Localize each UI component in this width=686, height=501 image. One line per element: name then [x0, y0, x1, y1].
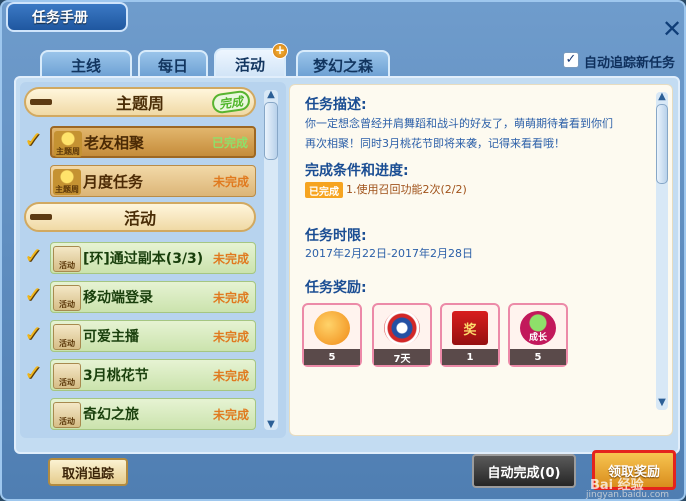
- quest-status: 未完成: [212, 251, 249, 266]
- quest-name: 月度任务: [83, 172, 144, 191]
- group-header-event[interactable]: 活动: [24, 202, 256, 232]
- quest-status: 未完成: [212, 368, 249, 383]
- star-medal-icon: 主题周: [53, 169, 81, 195]
- tab-daily[interactable]: 每日: [138, 50, 208, 78]
- reward-slot-shield[interactable]: 7天: [372, 303, 432, 367]
- tracked-check-icon[interactable]: ✓: [24, 285, 44, 307]
- reward-count: 1: [442, 349, 498, 365]
- shield-badge-icon: [384, 311, 420, 345]
- desc-title: 任务描述:: [305, 97, 367, 113]
- list-scroll-thumb[interactable]: [264, 102, 278, 160]
- quest-status: 已完成: [211, 135, 248, 150]
- quest-item-fantasy-journey[interactable]: 活动 奇幻之旅 未完成: [50, 398, 256, 430]
- scroll-icon: 活动: [53, 363, 81, 389]
- condition-done-badge: 已完成: [305, 182, 343, 198]
- scroll-icon: 活动: [53, 246, 81, 272]
- watermark-url: jingyan.baidu.com: [586, 490, 670, 500]
- reward-slot-growth[interactable]: 成长 5: [508, 303, 568, 367]
- quest-name: 移动端登录: [83, 290, 153, 306]
- tracked-check-icon[interactable]: ✓: [24, 130, 44, 152]
- desc-line-1: 你一定想念曾经并肩舞蹈和战斗的好友了，萌萌期待着看到你们: [305, 117, 613, 130]
- reward-slot-orange[interactable]: 5: [302, 303, 362, 367]
- cancel-track-button[interactable]: 取消追踪: [48, 458, 128, 486]
- scroll-icon: 活动: [53, 402, 81, 428]
- desc-line-2: 再次相聚！同时3月桃花节即将来袭，记得来看看哦！: [305, 137, 565, 150]
- reward-title: 任务奖励:: [305, 280, 367, 296]
- orange-fruit-icon: [314, 311, 350, 345]
- quest-item-streamer[interactable]: 活动 可爱主播 未完成: [50, 320, 256, 352]
- tab-main[interactable]: 主线: [40, 50, 132, 78]
- quest-name: 可爱主播: [83, 329, 139, 345]
- collapse-icon[interactable]: [30, 99, 52, 105]
- reward-count: 5: [510, 349, 566, 365]
- reward-slot-envelope[interactable]: 奖 1: [440, 303, 500, 367]
- auto-complete-button[interactable]: 自动完成(0): [472, 454, 576, 488]
- star-medal-icon: 主题周: [54, 131, 82, 157]
- group-title: 活动: [123, 209, 156, 228]
- reward-count: 7天: [374, 349, 430, 365]
- time-limit-text: 2017年2月22日-2017年2月28日: [305, 247, 473, 260]
- quest-status: 未完成: [212, 290, 249, 305]
- time-limit-title: 任务时限:: [305, 228, 367, 244]
- quest-name: 奇幻之旅: [83, 407, 139, 423]
- scroll-up-icon[interactable]: ▲: [656, 92, 668, 102]
- quest-name: 3月桃花节: [83, 368, 149, 384]
- auto-track-checkbox[interactable]: ✓: [563, 52, 579, 68]
- quest-item-monthly[interactable]: 主题周 月度任务 未完成: [50, 165, 256, 197]
- tracked-check-icon[interactable]: ✓: [24, 363, 44, 385]
- quest-item-reunion[interactable]: 主题周 老友相聚 已完成: [50, 126, 256, 158]
- scroll-icon: 活动: [53, 285, 81, 311]
- quest-status: 未完成: [212, 407, 249, 422]
- quest-item-mobile-login[interactable]: 活动 移动端登录 未完成: [50, 281, 256, 313]
- scroll-icon: 活动: [53, 324, 81, 350]
- window-title: 任务手册: [6, 2, 128, 32]
- condition-title: 完成条件和进度:: [305, 163, 409, 179]
- quest-status: 未完成: [212, 329, 249, 344]
- new-badge-icon: +: [272, 43, 288, 59]
- reward-count: 5: [304, 349, 360, 365]
- group-title: 主题周: [115, 94, 164, 113]
- quest-item-dungeon[interactable]: 活动 [环]通过副本(3/3) 未完成: [50, 242, 256, 274]
- tracked-check-icon[interactable]: ✓: [24, 324, 44, 346]
- quest-item-peach-festival[interactable]: 活动 3月桃花节 未完成: [50, 359, 256, 391]
- collapse-icon[interactable]: [30, 214, 52, 220]
- detail-scroll-thumb[interactable]: [656, 104, 668, 184]
- scroll-up-icon[interactable]: ▲: [264, 90, 278, 100]
- close-icon[interactable]: ✕: [662, 14, 686, 44]
- quest-status: 未完成: [212, 174, 249, 189]
- tracked-check-icon[interactable]: ✓: [24, 246, 44, 268]
- red-envelope-icon: 奖: [452, 311, 488, 345]
- scroll-down-icon[interactable]: ▼: [656, 398, 668, 408]
- scroll-down-icon[interactable]: ▼: [264, 420, 278, 430]
- quest-name: 老友相聚: [84, 133, 145, 152]
- condition-text: 1.使用召回功能2次(2/2): [346, 183, 467, 196]
- tab-fantasy-forest[interactable]: 梦幻之森: [296, 50, 390, 78]
- growth-potion-icon: 成长: [520, 311, 556, 345]
- quest-name: [环]通过副本(3/3): [83, 251, 204, 267]
- auto-track-label: 自动追踪新任务: [584, 56, 676, 70]
